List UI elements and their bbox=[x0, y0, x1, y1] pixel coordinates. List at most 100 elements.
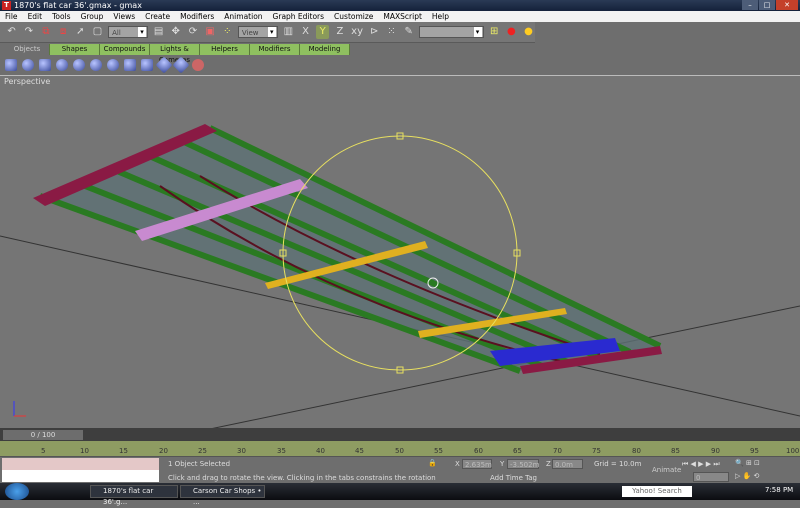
menu-maxscript[interactable]: MAXScript bbox=[378, 11, 427, 22]
pivot-center-icon[interactable]: ▥ bbox=[282, 25, 295, 39]
tick-label: 55 bbox=[434, 447, 443, 455]
undo-icon[interactable]: ↶ bbox=[5, 25, 18, 39]
tab-lights-cameras[interactable]: Lights & Cameras bbox=[150, 44, 200, 64]
tab-bar: Objects Shapes Compounds Lights & Camera… bbox=[0, 44, 800, 64]
z-coordinate-field[interactable]: 0.0m bbox=[552, 459, 583, 469]
time-slider-track[interactable] bbox=[0, 428, 800, 441]
select-by-name-icon[interactable]: ▤ bbox=[152, 25, 165, 39]
menu-file[interactable]: File bbox=[0, 11, 23, 22]
task-gmax[interactable]: 1870's flat car 36'.g... bbox=[90, 485, 178, 506]
perspective-viewport[interactable] bbox=[0, 75, 800, 430]
time-slider[interactable]: 0 / 100 bbox=[3, 430, 83, 440]
start-button[interactable] bbox=[5, 483, 29, 500]
render-icon[interactable]: ● bbox=[522, 25, 535, 39]
z-label: Z bbox=[546, 460, 551, 468]
menu-customize[interactable]: Customize bbox=[329, 11, 378, 22]
window-title: 1870's flat car 36'.gmax - gmax bbox=[14, 1, 142, 10]
mirror-icon[interactable]: ⊳ bbox=[368, 25, 381, 39]
select-region-icon[interactable]: ▢ bbox=[91, 25, 104, 39]
reference-coordinate-dropdown[interactable]: View bbox=[237, 26, 278, 38]
lock-selection-icon[interactable]: 🔒 bbox=[428, 459, 437, 467]
tick-label: 45 bbox=[355, 447, 364, 455]
maxscript-listener-mini[interactable] bbox=[2, 458, 159, 470]
geosphere-icon[interactable] bbox=[107, 59, 119, 71]
close-button[interactable]: ✕ bbox=[776, 0, 798, 10]
menu-animation[interactable]: Animation bbox=[219, 11, 267, 22]
menu-modifiers[interactable]: Modifiers bbox=[175, 11, 219, 22]
move-icon[interactable]: ✥ bbox=[169, 25, 182, 39]
unlink-icon[interactable]: ⧈ bbox=[57, 25, 70, 39]
tab-modifiers[interactable]: Modifiers bbox=[250, 44, 300, 55]
axis-xy-icon[interactable]: xy bbox=[351, 25, 364, 39]
redo-icon[interactable]: ↷ bbox=[22, 25, 35, 39]
tab-compounds[interactable]: Compounds bbox=[100, 44, 150, 55]
grid-size: Grid = 10.0m bbox=[594, 460, 642, 468]
scene-render bbox=[0, 124, 800, 430]
gmax-logo-icon: T bbox=[2, 1, 11, 10]
material-editor-icon[interactable]: ● bbox=[505, 25, 518, 39]
playback-controls-icon[interactable]: ⏮ ◀ ▶ ▶ ⏭ bbox=[682, 460, 720, 469]
sphere-icon[interactable] bbox=[22, 59, 34, 71]
menu-help[interactable]: Help bbox=[427, 11, 454, 22]
selection-filter-dropdown[interactable]: All bbox=[108, 26, 148, 38]
tab-modeling[interactable]: Modeling bbox=[300, 44, 350, 55]
y-coordinate-field[interactable]: -3.502m bbox=[507, 459, 539, 469]
tick-label: 75 bbox=[592, 447, 601, 455]
tick-label: 10 bbox=[80, 447, 89, 455]
menu-edit[interactable]: Edit bbox=[23, 11, 48, 22]
align-icon[interactable]: ✎ bbox=[402, 25, 415, 39]
loft-icon[interactable] bbox=[155, 56, 173, 74]
maximize-button[interactable]: □ bbox=[759, 0, 775, 10]
menu-bar: File Edit Tools Group Views Create Modif… bbox=[0, 11, 800, 22]
tick-label: 30 bbox=[237, 447, 246, 455]
tab-shapes[interactable]: Shapes bbox=[50, 44, 100, 55]
prompt-line: Click and drag to rotate the view. Click… bbox=[168, 474, 436, 482]
plane-icon[interactable] bbox=[141, 59, 153, 71]
axis-tripod-icon bbox=[13, 401, 26, 417]
select-icon[interactable]: ➚ bbox=[74, 25, 87, 39]
task-browser[interactable]: Carson Car Shops • ... bbox=[180, 485, 265, 506]
bone-icon[interactable] bbox=[192, 59, 204, 71]
maxscript-input[interactable] bbox=[2, 470, 159, 482]
track-bar[interactable]: 5 10 15 20 25 30 35 40 45 50 55 60 65 70… bbox=[0, 441, 800, 457]
scale-icon[interactable]: ▣ bbox=[204, 25, 217, 39]
viewport-navigation-icon[interactable]: 🔍 ⊞ ⊡ bbox=[735, 459, 760, 467]
named-selection-dropdown[interactable] bbox=[419, 26, 484, 38]
menu-graph-editors[interactable]: Graph Editors bbox=[268, 11, 330, 22]
array-icon[interactable]: ⁙ bbox=[385, 25, 398, 39]
schematic-icon[interactable]: ⊞ bbox=[488, 25, 501, 39]
tick-label: 80 bbox=[632, 447, 641, 455]
cylinder-icon[interactable] bbox=[39, 59, 51, 71]
menu-group[interactable]: Group bbox=[76, 11, 109, 22]
cone-icon[interactable] bbox=[90, 59, 102, 71]
orbit-pan-icon[interactable]: ▷ ✋ ⟲ bbox=[735, 472, 759, 480]
yahoo-search-box[interactable]: Yahoo! Search bbox=[622, 486, 692, 497]
current-frame-field[interactable]: 0 bbox=[693, 472, 729, 482]
menu-tools[interactable]: Tools bbox=[47, 11, 75, 22]
box-icon[interactable] bbox=[5, 59, 17, 71]
main-toolbar: ↶ ↷ ⧉ ⧈ ➚ ▢ All ▤ ✥ ⟳ ▣ ⁘ View ▥ X Y Z x… bbox=[0, 22, 535, 43]
tab-helpers[interactable]: Helpers bbox=[200, 44, 250, 55]
add-time-tag-button[interactable]: Add Time Tag bbox=[490, 474, 537, 482]
viewport-label[interactable]: Perspective bbox=[4, 77, 50, 86]
clock: 7:58 PM bbox=[765, 486, 794, 494]
link-icon[interactable]: ⧉ bbox=[39, 25, 52, 39]
tab-objects[interactable]: Objects bbox=[5, 44, 50, 55]
minimize-button[interactable]: – bbox=[742, 0, 758, 10]
tube-icon[interactable] bbox=[124, 59, 136, 71]
pivot-icon[interactable]: ⁘ bbox=[221, 25, 234, 39]
axis-y-icon[interactable]: Y bbox=[316, 25, 330, 39]
boolean-icon[interactable] bbox=[172, 56, 190, 74]
torus-icon[interactable] bbox=[56, 59, 68, 71]
selection-status: 1 Object Selected bbox=[168, 460, 231, 468]
x-coordinate-field[interactable]: 2.635m bbox=[462, 459, 492, 469]
tick-label: 40 bbox=[316, 447, 325, 455]
axis-z-icon[interactable]: Z bbox=[333, 25, 346, 39]
animate-button[interactable]: Animate bbox=[652, 466, 681, 474]
teapot-icon[interactable] bbox=[73, 59, 85, 71]
menu-views[interactable]: Views bbox=[108, 11, 140, 22]
axis-x-icon[interactable]: X bbox=[299, 25, 312, 39]
rotate-icon[interactable]: ⟳ bbox=[186, 25, 199, 39]
menu-create[interactable]: Create bbox=[140, 11, 175, 22]
x-label: X bbox=[455, 460, 460, 468]
